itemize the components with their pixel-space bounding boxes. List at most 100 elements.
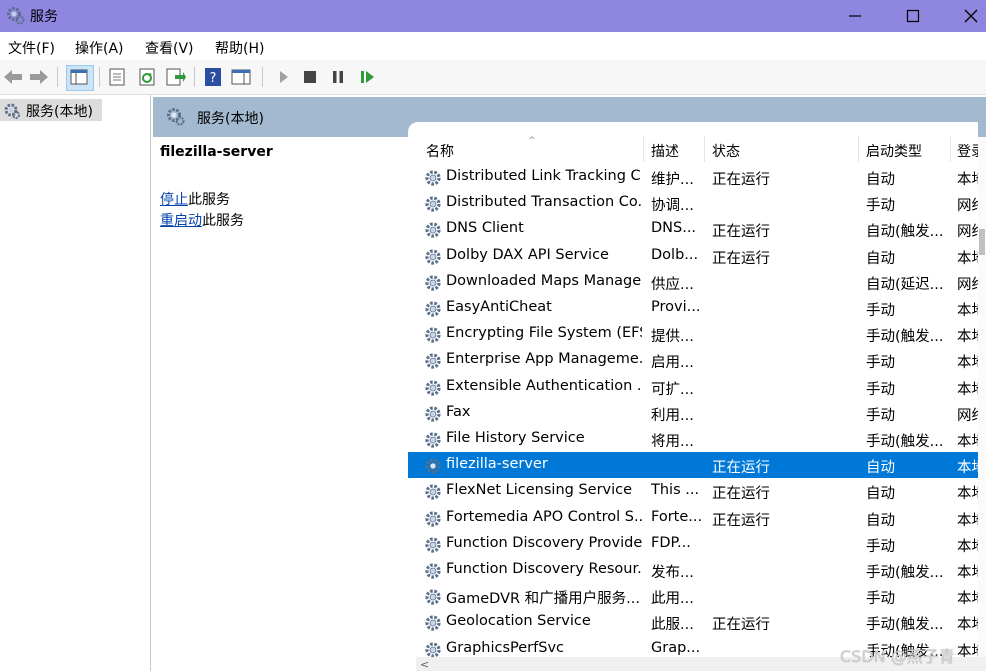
table-row[interactable]: Fortemedia APO Control S... Forte... 正在运行 自… (408, 505, 978, 531)
restart-action: 重启动此服务 (160, 210, 244, 230)
service-gear-icon (423, 456, 443, 476)
cell-status: 正在运行 (712, 460, 770, 477)
cell-description: 可扩... (651, 381, 694, 398)
cell-description: 启用... (651, 355, 694, 372)
restart-service-icon[interactable] (356, 66, 378, 88)
column-header-startup-type[interactable]: 启动类型 (866, 141, 922, 161)
refresh-icon[interactable] (136, 66, 158, 88)
vertical-scrollbar[interactable] (978, 137, 986, 657)
forward-arrow-icon[interactable] (28, 66, 50, 88)
show-hide-action-pane-icon[interactable] (230, 66, 252, 88)
cell-description: 此用... (651, 591, 694, 608)
table-row[interactable]: File History Service 将用... 手动(触发... 本地 (408, 426, 978, 452)
stop-service-icon[interactable] (299, 66, 321, 88)
table-row[interactable]: Dolby DAX API Service Dolb... 正在运行 自动 本地 (408, 243, 978, 269)
table-row[interactable]: Fax 利用... 手动 网络 (408, 400, 978, 426)
cell-startup-type: 手动(触发... (866, 329, 944, 346)
cell-startup-type: 手动 (866, 198, 895, 215)
service-gear-icon (423, 299, 443, 319)
column-divider[interactable] (704, 136, 705, 162)
svg-text:?: ? (210, 71, 217, 86)
cell-name: filezilla-server (446, 456, 548, 473)
cell-logon: 本地 (957, 591, 978, 608)
column-divider[interactable] (643, 136, 644, 162)
cell-description: Dolb... (651, 246, 699, 263)
toolbar-separator (99, 67, 100, 87)
minimize-button[interactable] (826, 0, 884, 32)
cell-startup-type: 自动(触发... (866, 224, 944, 241)
service-gear-icon (423, 273, 443, 293)
cell-description: Grap... (651, 639, 701, 656)
menu-help[interactable]: 帮助(H) (215, 38, 264, 58)
service-gear-icon (423, 535, 443, 555)
table-row[interactable]: Enterprise App Manageme... 启用... 手动 本地 (408, 347, 978, 373)
cell-name: EasyAntiCheat (446, 299, 552, 315)
service-gear-icon (423, 430, 443, 450)
toolbar-separator (262, 67, 263, 87)
cell-name: Dolby DAX API Service (446, 246, 609, 263)
show-hide-console-tree-icon[interactable] (66, 65, 94, 91)
cell-name: Fortemedia APO Control S... (446, 508, 642, 525)
table-row[interactable]: Function Discovery Resour... 发布... 手动(触发..… (408, 557, 978, 583)
start-service-icon[interactable] (272, 66, 294, 88)
table-row[interactable]: GameDVR 和广播用户服务... 此用... 手动 本地 (408, 583, 978, 609)
cell-description: 将用... (651, 434, 694, 450)
cell-startup-type: 自动 (866, 172, 895, 188)
back-arrow-icon[interactable] (2, 66, 24, 88)
column-header-name[interactable]: 名称 (426, 141, 454, 161)
cell-name: FlexNet Licensing Service (446, 482, 633, 499)
table-row[interactable]: Encrypting File System (EFS) 提供... 手动(触发..… (408, 321, 978, 347)
menu-action[interactable]: 操作(A) (75, 38, 124, 58)
stop-service-link[interactable]: 停止 (160, 192, 188, 208)
cell-logon: 网络 (957, 407, 978, 424)
column-header-logon[interactable]: 登录 (957, 141, 978, 161)
window-title: 服务 (30, 9, 58, 25)
pause-service-icon[interactable] (327, 66, 349, 88)
selected-service-name: filezilla-server (160, 144, 273, 160)
tree-item-services-local[interactable]: 服务(本地) (0, 99, 102, 121)
column-divider[interactable] (950, 136, 951, 162)
column-header-description[interactable]: 描述 (651, 141, 679, 161)
menu-view[interactable]: 查看(V) (145, 38, 194, 58)
column-header-status[interactable]: 状态 (712, 141, 740, 161)
service-gear-icon (423, 613, 443, 633)
restart-service-link[interactable]: 重启动 (160, 213, 202, 229)
cell-description: 供应... (651, 276, 694, 293)
cell-name: Extensible Authentication ... (446, 377, 642, 394)
cell-description: Forte... (651, 508, 703, 525)
column-divider[interactable] (858, 136, 859, 162)
menu-file[interactable]: 文件(F) (8, 38, 55, 58)
cell-status: 正在运行 (712, 224, 770, 241)
table-row[interactable]: Function Discovery Provide... FDP... 手动 本地 (408, 531, 978, 557)
cell-description: FDP... (651, 534, 691, 551)
service-gear-icon (423, 220, 443, 240)
export-list-icon[interactable] (164, 66, 186, 88)
table-row[interactable]: FlexNet Licensing Service This ... 正在运行 自动 本… (408, 478, 978, 504)
service-gear-icon (423, 509, 443, 529)
cell-name: File History Service (446, 430, 585, 446)
table-row[interactable]: Distributed Link Tracking C... 维护... 正在运行 自… (408, 164, 978, 190)
help-icon[interactable]: ? (202, 66, 224, 88)
scrollbar-thumb[interactable] (979, 229, 985, 255)
close-button[interactable] (942, 0, 986, 32)
table-row[interactable]: Geolocation Service 此服... 正在运行 手动(触发... 本地 (408, 609, 978, 635)
table-row[interactable]: EasyAntiCheat Provi... 手动 本地 (408, 295, 978, 321)
service-gear-icon (423, 351, 443, 371)
properties-icon[interactable] (106, 66, 128, 88)
cell-description: 提供... (651, 329, 694, 346)
table-row[interactable]: filezilla-server 正在运行 自动 本地 (408, 452, 978, 479)
cell-logon: 网络 (957, 224, 978, 241)
scroll-left-icon[interactable]: < (420, 658, 429, 671)
cell-logon: 本地 (957, 434, 978, 450)
service-gear-icon (423, 482, 443, 502)
watermark: CSDN @燕子青 (840, 647, 955, 666)
table-row[interactable]: Extensible Authentication ... 可扩... 手动 本地 (408, 374, 978, 400)
table-row[interactable]: Distributed Transaction Co... 协调... 手动 网络 (408, 190, 978, 216)
cell-status: 正在运行 (712, 172, 770, 188)
cell-logon: 本地 (957, 460, 978, 477)
cell-description: 维护... (651, 172, 694, 188)
service-gear-icon (423, 247, 443, 267)
table-row[interactable]: DNS Client DNS... 正在运行 自动(触发... 网络 (408, 216, 978, 242)
maximize-button[interactable] (884, 0, 942, 32)
table-row[interactable]: Downloaded Maps Manager 供应... 自动(延迟... 网络 (408, 269, 978, 295)
